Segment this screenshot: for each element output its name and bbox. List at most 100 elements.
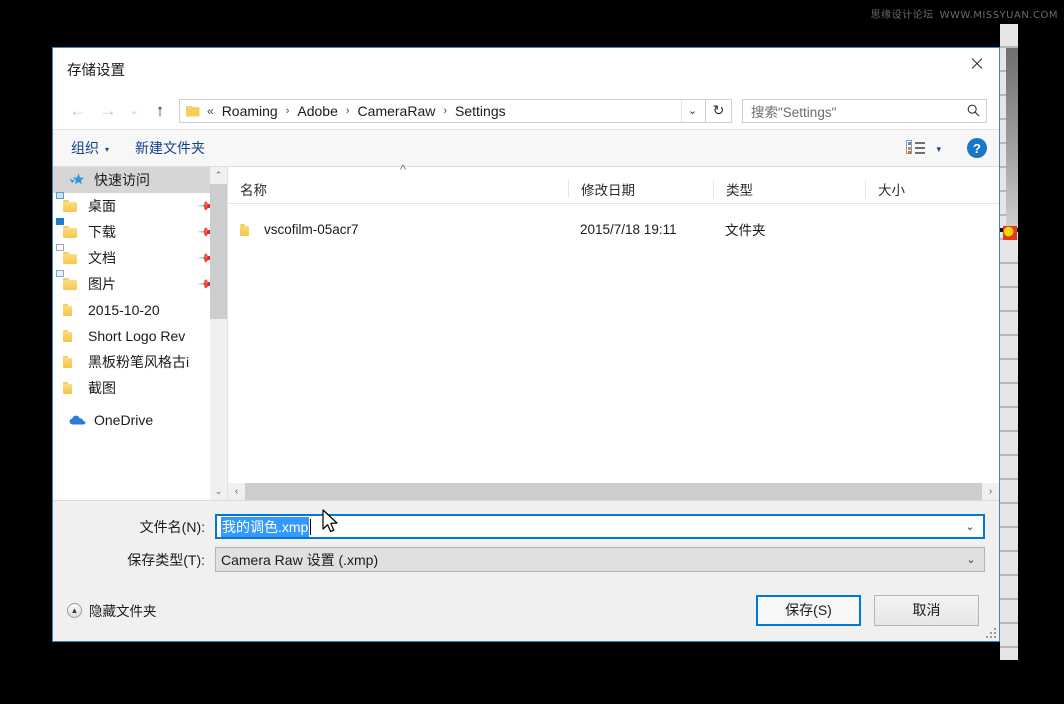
scroll-right-icon[interactable]: ›: [982, 483, 999, 500]
search-box[interactable]: 搜索"Settings": [742, 98, 987, 123]
sidebar-item-quick-access[interactable]: 快速访问: [53, 167, 227, 193]
filename-value: 我的调色.xmp: [221, 516, 310, 537]
column-header-date[interactable]: 修改日期: [568, 180, 713, 198]
dialog-titlebar[interactable]: 存储设置: [53, 48, 999, 92]
scroll-up-icon[interactable]: ⌃: [210, 167, 227, 184]
breadcrumb-overflow-icon[interactable]: «: [207, 104, 214, 118]
search-input[interactable]: 搜索"Settings": [751, 101, 967, 121]
breadcrumb-item-settings[interactable]: Settings: [453, 101, 508, 121]
sidebar-item-desktop[interactable]: 桌面 📌: [53, 191, 227, 219]
folder-icon: [63, 329, 80, 344]
close-icon: [970, 57, 983, 70]
watermark-text-cn: 思缘设计论坛: [870, 10, 934, 21]
sidebar-item-pictures[interactable]: 图片 📌: [53, 269, 227, 297]
scroll-left-icon[interactable]: ‹: [228, 483, 245, 500]
sidebar-scrollbar[interactable]: ⌃ ⌄: [210, 167, 227, 500]
filename-label: 文件名(N):: [139, 518, 205, 535]
forward-button[interactable]: →: [93, 97, 123, 125]
search-icon: [967, 104, 980, 117]
cell-type: 文件夹: [725, 223, 766, 238]
folder-icon: [63, 303, 80, 318]
hide-folders-button[interactable]: ▲ 隐藏文件夹: [67, 600, 157, 620]
watermark: 思缘设计论坛 WWW.MISSYUAN.COM: [871, 6, 1058, 21]
breadcrumb-item-cameraraw[interactable]: CameraRaw: [356, 101, 438, 121]
close-button[interactable]: [953, 48, 999, 79]
sidebar-item-label: OneDrive: [94, 412, 154, 428]
folder-downloads-icon: [56, 217, 80, 240]
sidebar-item-onedrive[interactable]: OneDrive: [53, 407, 227, 433]
sidebar-item-screenshots[interactable]: 截图: [53, 375, 227, 401]
sidebar-item-label: 快速访问: [94, 172, 150, 188]
mouse-cursor: [322, 509, 338, 533]
refresh-button[interactable]: ↻: [706, 98, 732, 123]
cell-date: 2015/7/18 19:11: [580, 221, 677, 237]
hscroll-track[interactable]: [245, 483, 982, 500]
save-form: 文件名(N): 我的调色.xmp ⌄ 保存类型(T): Camera Raw 设…: [53, 500, 999, 579]
collapse-up-icon: ▲: [67, 602, 82, 618]
sidebar-item-label: 截图: [88, 380, 116, 396]
sidebar-item-2015-10-20[interactable]: 2015-10-20: [53, 297, 227, 323]
hide-folders-label: 隐藏文件夹: [89, 604, 157, 619]
cancel-button[interactable]: 取消: [874, 594, 979, 626]
save-button[interactable]: 保存(S): [756, 594, 861, 626]
sidebar-item-downloads[interactable]: 下载 📌: [53, 217, 227, 245]
chevron-down-icon: ▾: [105, 144, 110, 154]
folder-icon: [240, 223, 255, 236]
dialog-title: 存储设置: [67, 63, 125, 79]
folder-icon: [63, 381, 80, 396]
sidebar-item-documents[interactable]: 文档 📌: [53, 243, 227, 271]
watermark-text-url: WWW.MISSYUAN.COM: [939, 10, 1058, 21]
sidebar-item-blackboard-chalk[interactable]: 黑板粉笔风格古i: [53, 349, 227, 375]
new-folder-button[interactable]: 新建文件夹: [135, 138, 205, 158]
view-mode-icon[interactable]: [906, 140, 926, 156]
dialog-footer: ▲ 隐藏文件夹 保存(S) 取消: [53, 579, 999, 641]
folder-desktop-icon: [56, 191, 80, 214]
column-header-size[interactable]: 大小: [865, 180, 965, 198]
navigation-pane: 快速访问 桌面 📌 下载 📌 文档 📌 图片 📌 2015-10-20 Shor…: [53, 167, 227, 500]
filename-row: 文件名(N): 我的调色.xmp ⌄: [67, 513, 985, 540]
background-right-accent: [1003, 226, 1017, 240]
sidebar-item-label: 桌面: [88, 198, 116, 214]
up-button[interactable]: ↑: [145, 97, 175, 125]
sidebar-item-label: 黑板粉笔风格古i: [88, 354, 190, 370]
organize-menu-button[interactable]: 组织 ▾: [71, 138, 109, 158]
cloud-icon: [69, 413, 86, 428]
folder-pictures-icon: [56, 269, 80, 292]
column-header-type[interactable]: 类型: [713, 180, 865, 198]
filetype-chevron-down-icon[interactable]: ⌄: [958, 548, 984, 571]
sidebar-item-short-logo-rev[interactable]: Short Logo Rev: [53, 323, 227, 349]
address-dropdown-icon[interactable]: ⌄: [681, 99, 703, 122]
breadcrumb-separator-icon: ›: [285, 104, 290, 117]
help-button[interactable]: ?: [967, 138, 987, 158]
file-list-horizontal-scrollbar[interactable]: ‹ ›: [228, 483, 999, 500]
file-name-label: vscofilm-05acr7: [264, 221, 359, 237]
breadcrumb-item-roaming[interactable]: Roaming: [220, 101, 280, 121]
resize-grip[interactable]: [984, 626, 996, 638]
address-bar[interactable]: « Roaming › Adobe › CameraRaw › Settings…: [179, 98, 706, 123]
sidebar-scroll-thumb[interactable]: [210, 184, 227, 319]
back-button[interactable]: ←: [63, 97, 93, 125]
recent-locations-button[interactable]: ⌄: [123, 97, 145, 125]
scroll-down-icon[interactable]: ⌄: [210, 483, 227, 500]
star-icon: [69, 173, 86, 188]
filetype-select[interactable]: Camera Raw 设置 (.xmp) ⌄: [215, 547, 985, 572]
hscroll-thumb[interactable]: [245, 483, 982, 500]
breadcrumb-separator-icon: ›: [443, 104, 448, 117]
sort-ascending-icon: [228, 162, 999, 177]
text-caret: [310, 518, 312, 535]
column-header-name[interactable]: 名称: [228, 180, 568, 198]
column-headers: 名称 修改日期 类型 大小: [228, 175, 999, 204]
table-row[interactable]: vscofilm-05acr7 2015/7/18 19:11 文件夹: [228, 216, 999, 242]
save-dialog-window: 存储设置 ← → ⌄ ↑ « Roaming › Adobe › CameraR…: [52, 47, 1000, 642]
filename-chevron-down-icon[interactable]: ⌄: [957, 516, 983, 537]
screen-root: 思缘设计论坛 WWW.MISSYUAN.COM 存储设置 ← → ⌄ ↑ « R…: [0, 0, 1064, 704]
address-folder-icon: [186, 105, 200, 116]
sidebar-item-label: 下载: [88, 224, 116, 240]
breadcrumb-separator-icon: ›: [345, 104, 350, 117]
background-right-image: [1006, 48, 1018, 228]
view-mode-chevron-down-icon[interactable]: ▾: [936, 144, 941, 155]
breadcrumb-item-adobe[interactable]: Adobe: [295, 101, 339, 121]
refresh-icon: ↻: [712, 102, 725, 118]
sidebar-scroll-track[interactable]: [210, 184, 227, 483]
dialog-body: 快速访问 桌面 📌 下载 📌 文档 📌 图片 📌 2015-10-20 Shor…: [53, 162, 999, 500]
